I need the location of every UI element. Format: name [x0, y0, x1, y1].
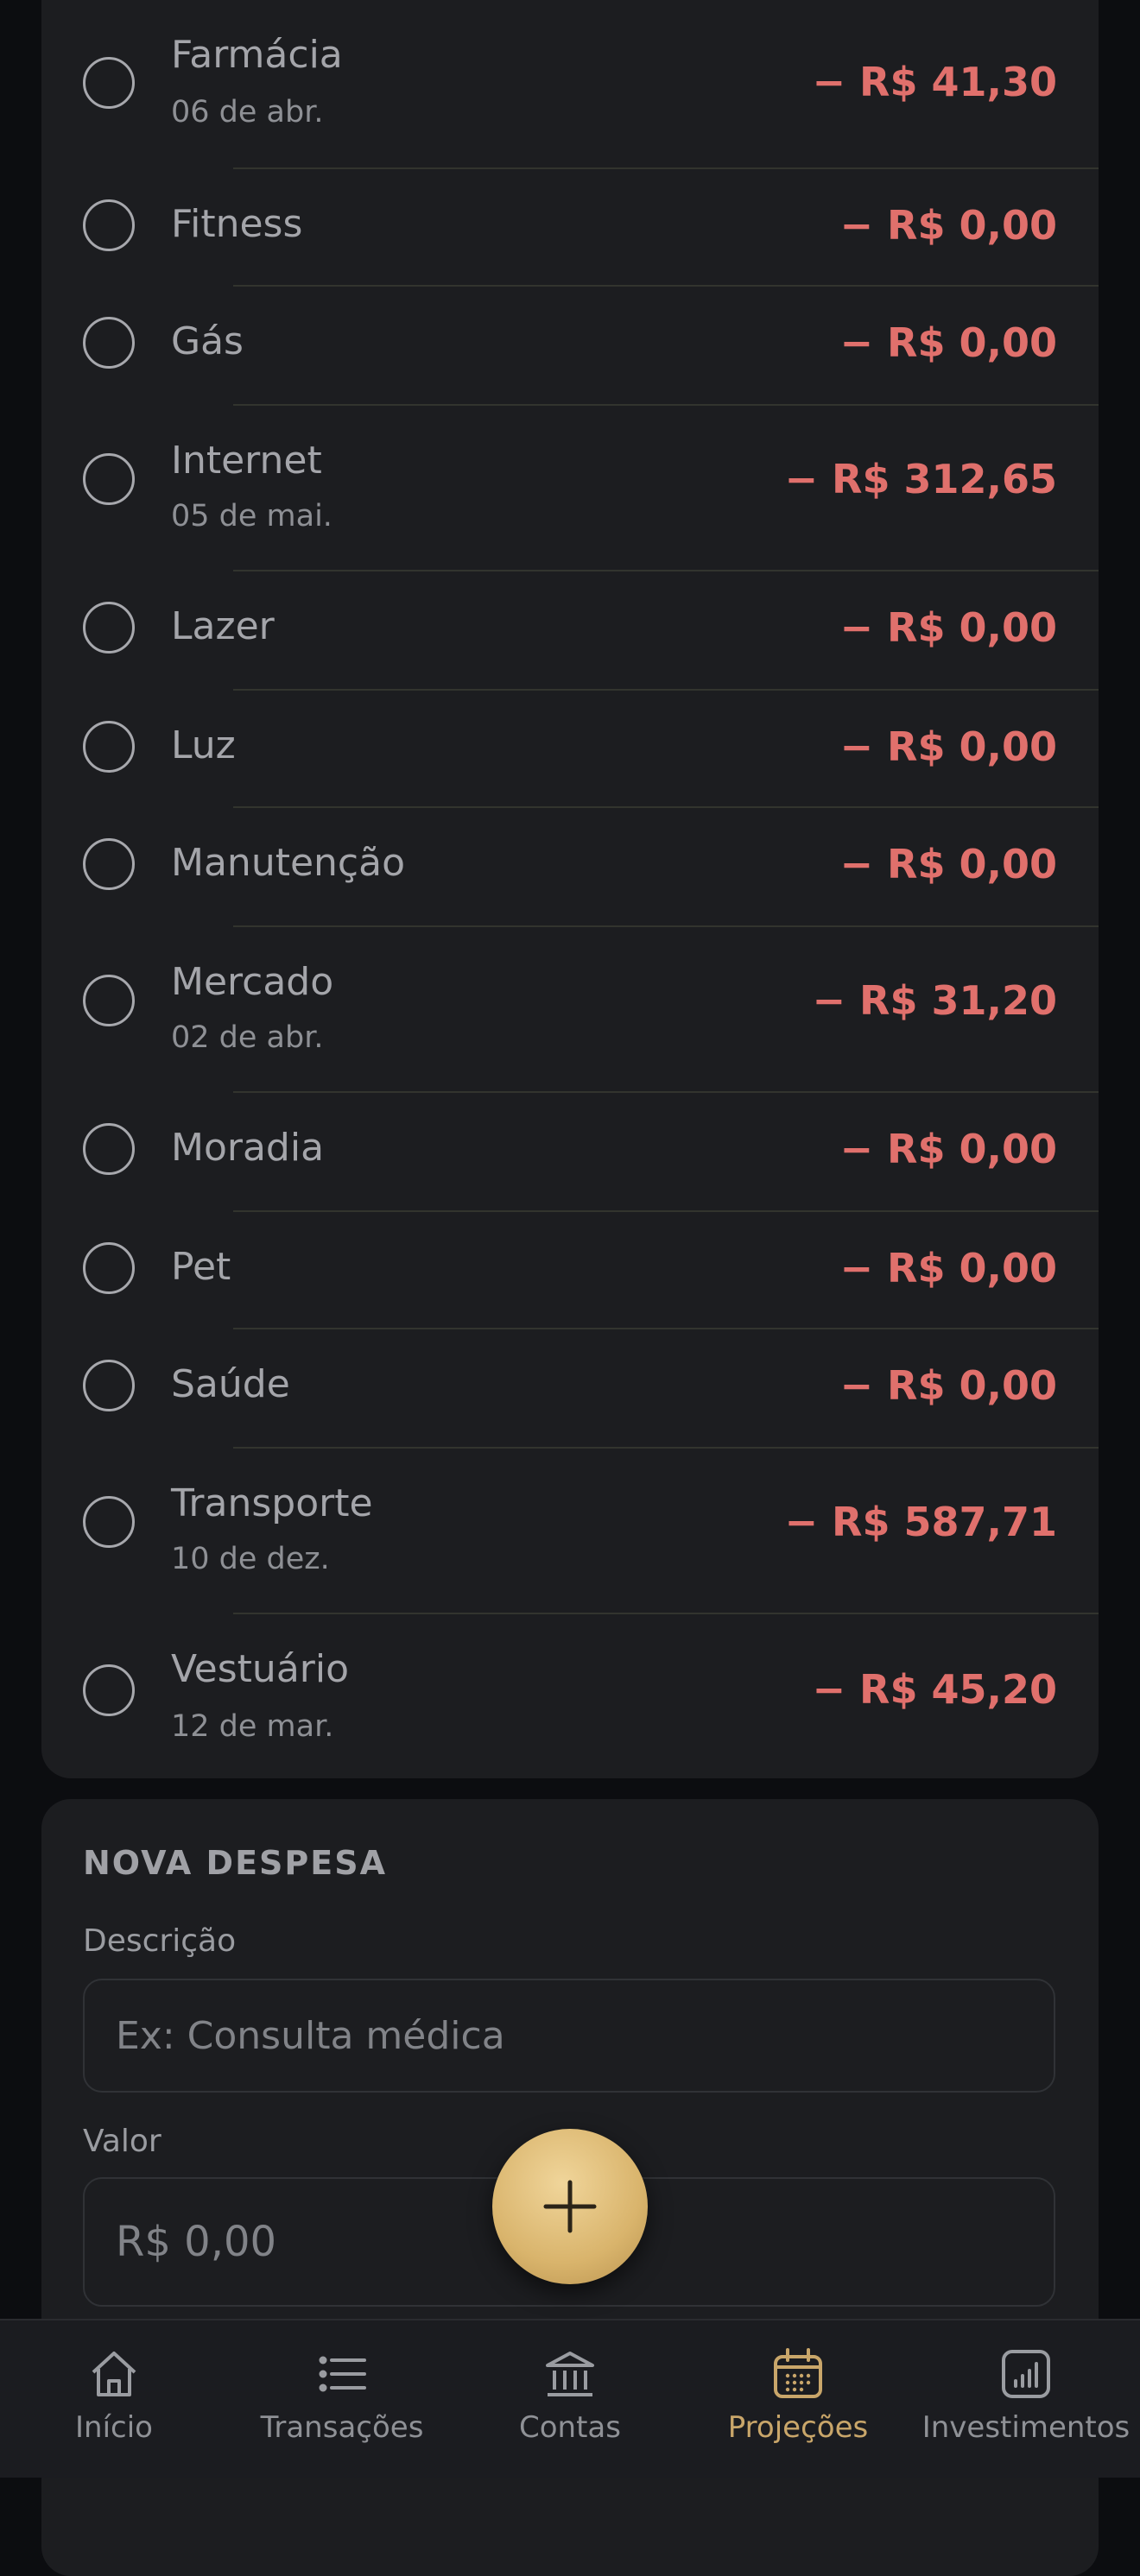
expense-amount: − R$ 0,00 [839, 1126, 1058, 1172]
tab-investimentos[interactable]: Investimentos [912, 2320, 1140, 2478]
checkbox-circle[interactable] [83, 602, 135, 653]
expense-title: Farmácia [171, 33, 343, 77]
bank-icon [546, 2352, 594, 2396]
bottom-tab-bar: Início Transações Contas Projeções Inves… [0, 2319, 1140, 2478]
row-divider [233, 167, 1099, 169]
section-title: NOVA DESPESA [83, 1844, 388, 1882]
expense-amount: − R$ 0,00 [839, 723, 1058, 770]
expense-date: 02 de abr. [171, 1020, 324, 1055]
row-divider [233, 404, 1099, 406]
checkbox-circle[interactable] [83, 199, 135, 251]
tab-transacoes[interactable]: Transações [228, 2320, 456, 2478]
chart-icon [1002, 2350, 1050, 2398]
expense-amount: − R$ 587,71 [784, 1499, 1057, 1545]
expense-title: Lazer [171, 604, 275, 648]
add-expense-button[interactable] [492, 2129, 648, 2284]
plus-icon [543, 2180, 597, 2233]
checkbox-circle[interactable] [83, 721, 135, 773]
expense-amount: − R$ 0,00 [839, 1245, 1058, 1291]
checkbox-circle[interactable] [83, 57, 135, 109]
expense-date: 06 de abr. [171, 95, 324, 129]
row-divider [233, 1447, 1099, 1449]
expense-list: Farmácia 06 de abr. − R$ 41,30 Fitness −… [41, 0, 1099, 1778]
checkbox-circle[interactable] [83, 1360, 135, 1411]
value-label: Valor [83, 2124, 162, 2159]
row-divider [233, 689, 1099, 691]
checkbox-circle[interactable] [83, 453, 135, 505]
checkbox-circle[interactable] [83, 838, 135, 890]
expense-amount: − R$ 0,00 [839, 1362, 1058, 1409]
tab-label: Início [75, 2410, 153, 2445]
expense-title: Saúde [171, 1362, 290, 1406]
expense-title: Gás [171, 319, 244, 363]
checkbox-circle[interactable] [83, 1123, 135, 1175]
expense-amount: − R$ 0,00 [839, 202, 1058, 249]
expense-amount: − R$ 0,00 [839, 841, 1058, 887]
expense-title: Internet [171, 439, 322, 483]
expense-title: Transporte [171, 1481, 373, 1525]
expense-title: Fitness [171, 202, 303, 246]
row-divider [233, 925, 1099, 927]
expense-title: Moradia [171, 1126, 325, 1170]
row-divider [233, 806, 1099, 808]
expense-amount: − R$ 45,20 [812, 1666, 1057, 1713]
row-divider [233, 285, 1099, 287]
row-divider [233, 1613, 1099, 1614]
tab-label: Contas [519, 2410, 621, 2445]
tab-label: Investimentos [922, 2410, 1130, 2445]
tab-projecoes[interactable]: Projeções [684, 2320, 912, 2478]
tab-label: Projeções [727, 2410, 869, 2445]
expense-amount: − R$ 0,00 [839, 604, 1058, 651]
expense-title: Mercado [171, 960, 334, 1004]
calendar-icon [774, 2348, 822, 2398]
tab-label: Transações [260, 2410, 424, 2445]
expense-amount: − R$ 31,20 [812, 977, 1057, 1024]
checkbox-circle[interactable] [83, 1664, 135, 1716]
expense-amount: − R$ 41,30 [812, 59, 1057, 105]
checkbox-circle[interactable] [83, 975, 135, 1026]
checkbox-circle[interactable] [83, 1242, 135, 1294]
expense-date: 05 de mai. [171, 499, 332, 534]
row-divider [233, 1210, 1099, 1212]
description-input[interactable] [83, 1979, 1055, 2093]
expense-title: Vestuário [171, 1647, 350, 1691]
home-icon [92, 2352, 136, 2396]
expense-amount: − R$ 312,65 [784, 456, 1057, 502]
row-divider [233, 570, 1099, 571]
description-label: Descrição [83, 1923, 237, 1959]
row-divider [233, 1328, 1099, 1329]
expense-title: Pet [171, 1245, 231, 1289]
expense-title: Manutenção [171, 841, 405, 885]
tab-contas[interactable]: Contas [456, 2320, 684, 2478]
list-icon [319, 2356, 366, 2392]
expense-date: 12 de mar. [171, 1709, 334, 1744]
checkbox-circle[interactable] [83, 1496, 135, 1548]
expense-title: Luz [171, 723, 236, 767]
row-divider [233, 1091, 1099, 1093]
checkbox-circle[interactable] [83, 317, 135, 369]
expense-date: 10 de dez. [171, 1542, 330, 1576]
tab-inicio[interactable]: Início [0, 2320, 228, 2478]
expense-amount: − R$ 0,00 [839, 319, 1058, 366]
